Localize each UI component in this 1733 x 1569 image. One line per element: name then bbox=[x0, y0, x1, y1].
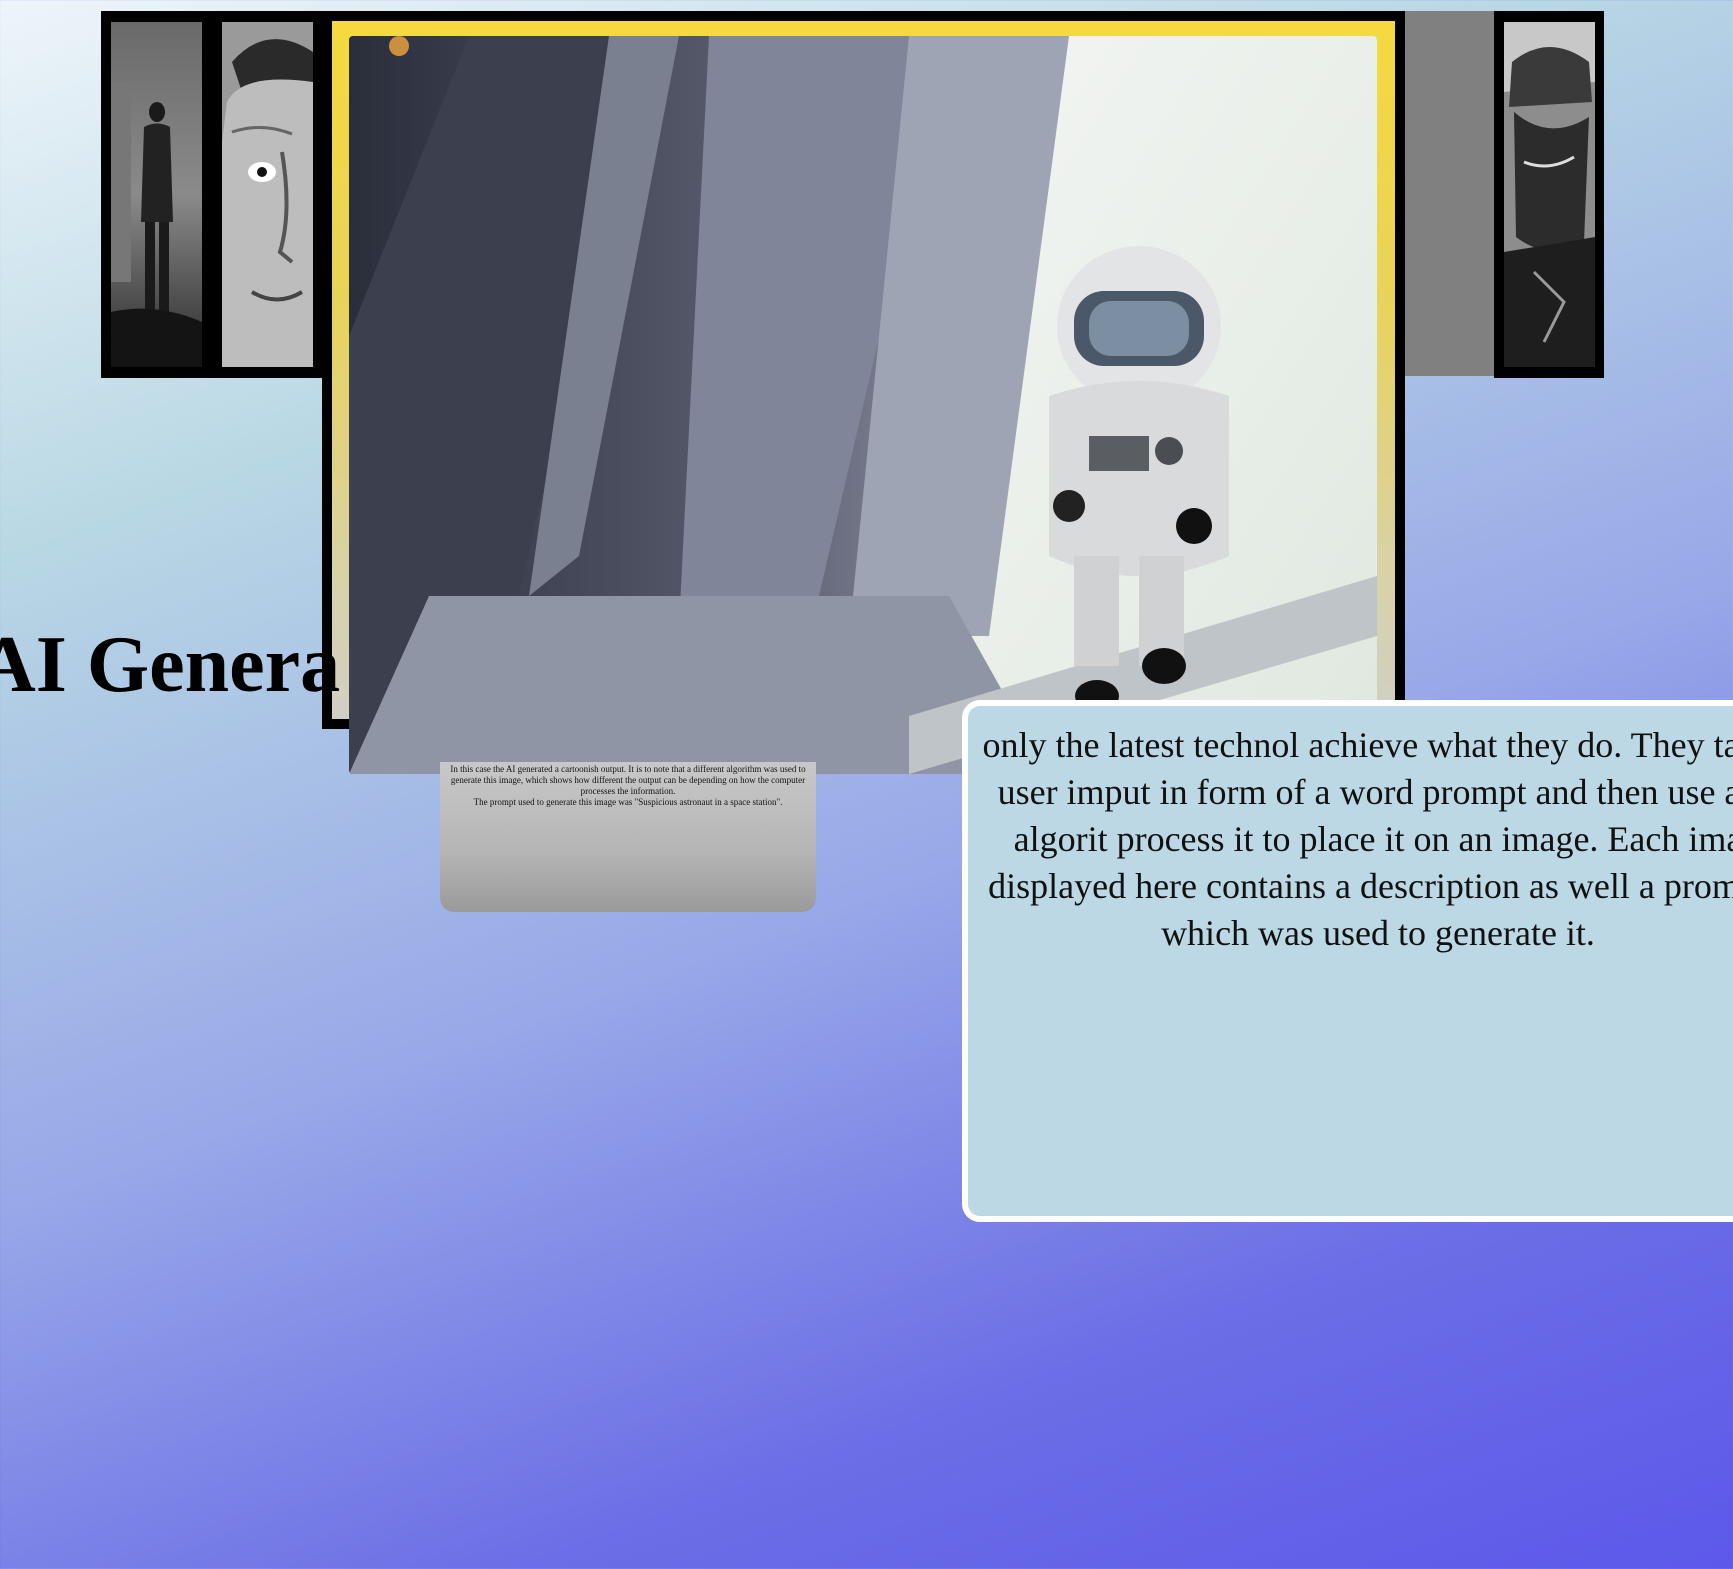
caption-prompt: The prompt used to generate this image w… bbox=[473, 797, 783, 807]
soldier-statue-image bbox=[1504, 22, 1595, 367]
man-in-fog-image bbox=[111, 22, 202, 367]
man-portrait-image bbox=[222, 22, 313, 367]
image-caption: In this case the AI generated a cartooni… bbox=[440, 762, 816, 912]
info-card-text: only the latest technol achieve what the… bbox=[982, 725, 1733, 953]
caption-description: In this case the AI generated a cartooni… bbox=[450, 764, 806, 796]
featured-image-astronaut[interactable] bbox=[349, 36, 1377, 774]
astronaut-in-space-station-image bbox=[349, 36, 1377, 774]
info-card: only the latest technol achieve what the… bbox=[962, 700, 1733, 1222]
gallery-strip-gray-panel bbox=[1400, 11, 1495, 376]
thumbnail-man-portrait[interactable] bbox=[222, 22, 313, 367]
thumbnail-man-in-fog[interactable] bbox=[111, 22, 202, 367]
thumbnail-soldier-statue[interactable] bbox=[1504, 22, 1595, 367]
page-title: AI Genera bbox=[0, 621, 341, 709]
